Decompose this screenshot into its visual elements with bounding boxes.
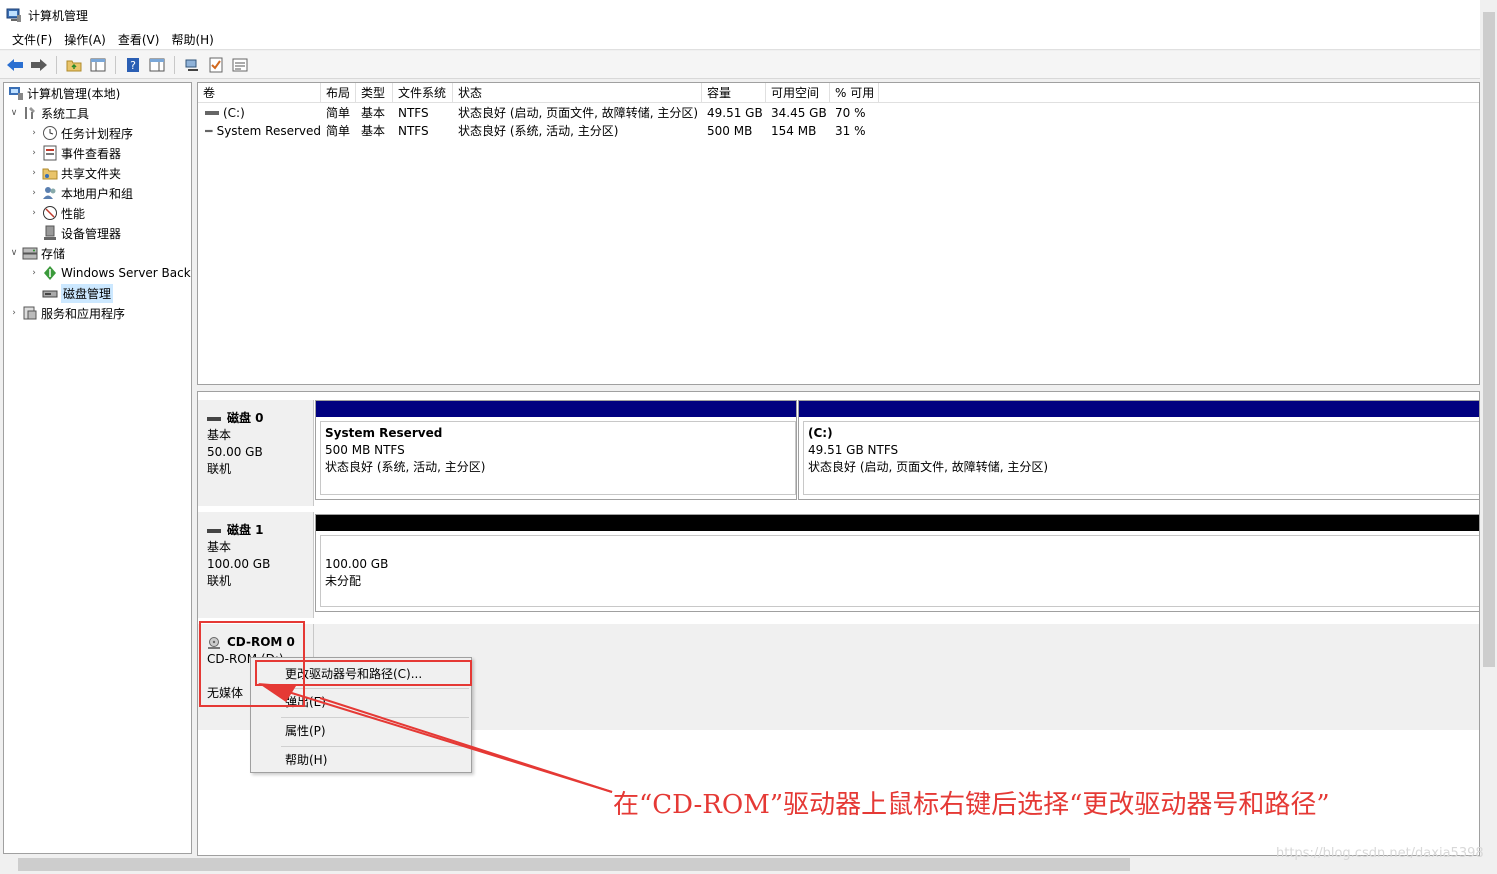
watermark: https://blog.csdn.net/daxia5398 <box>1276 846 1484 861</box>
annotation-arrow <box>258 683 613 793</box>
vertical-scrollbar[interactable] <box>1481 0 1497 874</box>
horizontal-scrollbar[interactable] <box>0 856 1481 874</box>
annotation-text: 在“CD-ROM”驱动器上鼠标右键后选择“更改驱动器号和路径” <box>613 790 1330 820</box>
scrollbar-thumb[interactable] <box>1483 12 1495 667</box>
scrollbar-thumb[interactable] <box>18 858 1130 871</box>
